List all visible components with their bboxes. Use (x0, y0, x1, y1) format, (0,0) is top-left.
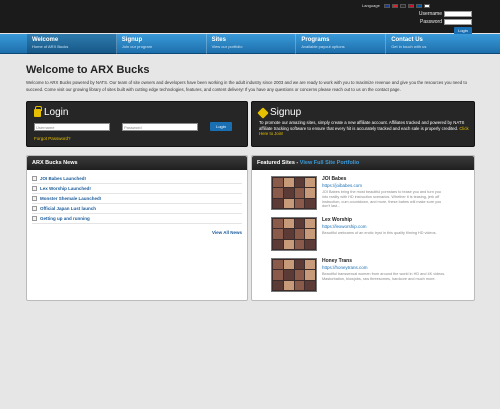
nav-subtitle: Available payout options (301, 44, 345, 49)
featured-site: Lex Worship https://lexworship.com Beaut… (271, 217, 447, 251)
signup-text: To promote our amazing sites, simply cre… (259, 120, 471, 137)
news-item-label: Lex Worship Launched! (40, 186, 91, 191)
nav-subtitle: Home of ARX Bucks (32, 44, 69, 49)
news-title: ARX Bucks News (27, 156, 247, 170)
flag-icon[interactable] (423, 3, 430, 8)
flag-icon[interactable] (407, 3, 414, 8)
news-icon (32, 216, 37, 221)
site-description: Beautiful transsexual women from around … (322, 272, 446, 281)
site-thumbnail[interactable] (271, 176, 317, 210)
welcome-section: Welcome to ARX Bucks Welcome to ARX Buck… (26, 60, 475, 94)
site-thumbnail[interactable] (271, 258, 317, 292)
forgot-password-link[interactable]: Forgot Password? (34, 136, 71, 141)
password-label: Password (420, 19, 442, 25)
nav-sites[interactable]: Sites View our portfolio (207, 34, 297, 54)
featured-site: JOI Babes https://joibabes.com JOI Babes… (271, 176, 447, 210)
nav-programs[interactable]: Programs Available payout options (296, 34, 387, 54)
news-item-label: JOI Babes Launched! (40, 176, 87, 181)
site-url-link[interactable]: https://joibabes.com (322, 183, 447, 188)
nav-title: Sites (211, 37, 226, 43)
nav-title: Signup (121, 37, 143, 43)
welcome-text: Welcome to ARX Bucks powered by NATS. Ou… (26, 80, 467, 92)
news-item-label: Monster Shemale Launched! (40, 196, 102, 201)
signup-box: Signup To promote our amazing sites, sim… (251, 101, 475, 147)
news-item-label: Official Japan Lust launch (40, 206, 97, 211)
news-item[interactable]: Official Japan Lust launch (32, 204, 242, 214)
login-box: Login Username Password Login Forgot Pas… (26, 101, 248, 147)
news-icon (32, 176, 37, 181)
language-label: Language (362, 3, 380, 8)
featured-site: Honey Trans https://honeytrans.com Beaut… (271, 258, 447, 292)
flag-icon[interactable] (383, 3, 390, 8)
nav-contact[interactable]: Contact Us Get in touch with us (386, 34, 475, 54)
language-selector: Language (362, 2, 474, 9)
news-list: JOI Babes Launched! Lex Worship Launched… (27, 170, 247, 228)
news-panel: ARX Bucks News JOI Babes Launched! Lex W… (26, 155, 248, 301)
username-label: Username (418, 11, 442, 17)
featured-title: Featured Sites - (257, 160, 300, 166)
flag-icon[interactable] (391, 3, 398, 8)
header-username-input[interactable] (444, 11, 472, 17)
site-description: Beautiful webcams of an erotic tryst in … (322, 231, 437, 235)
news-item[interactable]: Getting up and running (32, 214, 242, 224)
site-name: JOI Babes (322, 176, 347, 182)
site-name: Lex Worship (322, 217, 352, 223)
flag-icon[interactable] (399, 3, 406, 8)
nav-subtitle: View our portfolio (211, 44, 243, 49)
view-all-news-link[interactable]: View All News (212, 230, 242, 235)
news-icon (32, 186, 37, 191)
login-button[interactable]: Login (210, 122, 232, 131)
nav-title: Programs (301, 37, 330, 43)
pencil-icon (257, 106, 269, 119)
page-title: Welcome to ARX Bucks (26, 64, 150, 76)
nav-signup[interactable]: Signup Join our program (117, 34, 207, 54)
main-nav: Welcome Home of ARX Bucks Signup Join ou… (0, 34, 500, 54)
login-title: Login (44, 107, 69, 118)
news-item[interactable]: Monster Shemale Launched! (32, 194, 242, 204)
portfolio-link[interactable]: View Full Site Portfolio (300, 160, 360, 166)
site-name: Honey Trans (322, 258, 353, 264)
header-password-input[interactable] (444, 19, 472, 25)
featured-panel: Featured Sites - View Full Site Portfoli… (251, 155, 475, 301)
lock-icon (34, 105, 42, 117)
top-bar: Language Username Password Login (0, 0, 500, 35)
site-thumbnail[interactable] (271, 217, 317, 251)
nav-subtitle: Get in touch with us (391, 44, 427, 49)
password-input[interactable]: Password (122, 122, 198, 131)
featured-header: Featured Sites - View Full Site Portfoli… (252, 156, 474, 170)
flag-icon[interactable] (415, 3, 422, 8)
news-item[interactable]: JOI Babes Launched! (32, 174, 242, 184)
nav-title: Welcome (32, 37, 59, 43)
news-icon (32, 206, 37, 211)
nav-welcome[interactable]: Welcome Home of ARX Bucks (27, 34, 117, 54)
news-icon (32, 196, 37, 201)
nav-subtitle: Join our program (121, 44, 153, 49)
signup-title: Signup (270, 107, 302, 118)
username-input[interactable]: Username (34, 122, 110, 131)
signup-description: To promote our amazing sites, simply cre… (259, 120, 465, 131)
nav-title: Contact Us (391, 37, 423, 43)
news-item-label: Getting up and running (40, 216, 90, 221)
site-description: JOI Babes bring the most beautiful porns… (322, 190, 442, 209)
news-item[interactable]: Lex Worship Launched! (32, 184, 242, 194)
site-url-link[interactable]: https://lexworship.com (322, 224, 447, 229)
site-url-link[interactable]: https://honeytrans.com (322, 265, 447, 270)
